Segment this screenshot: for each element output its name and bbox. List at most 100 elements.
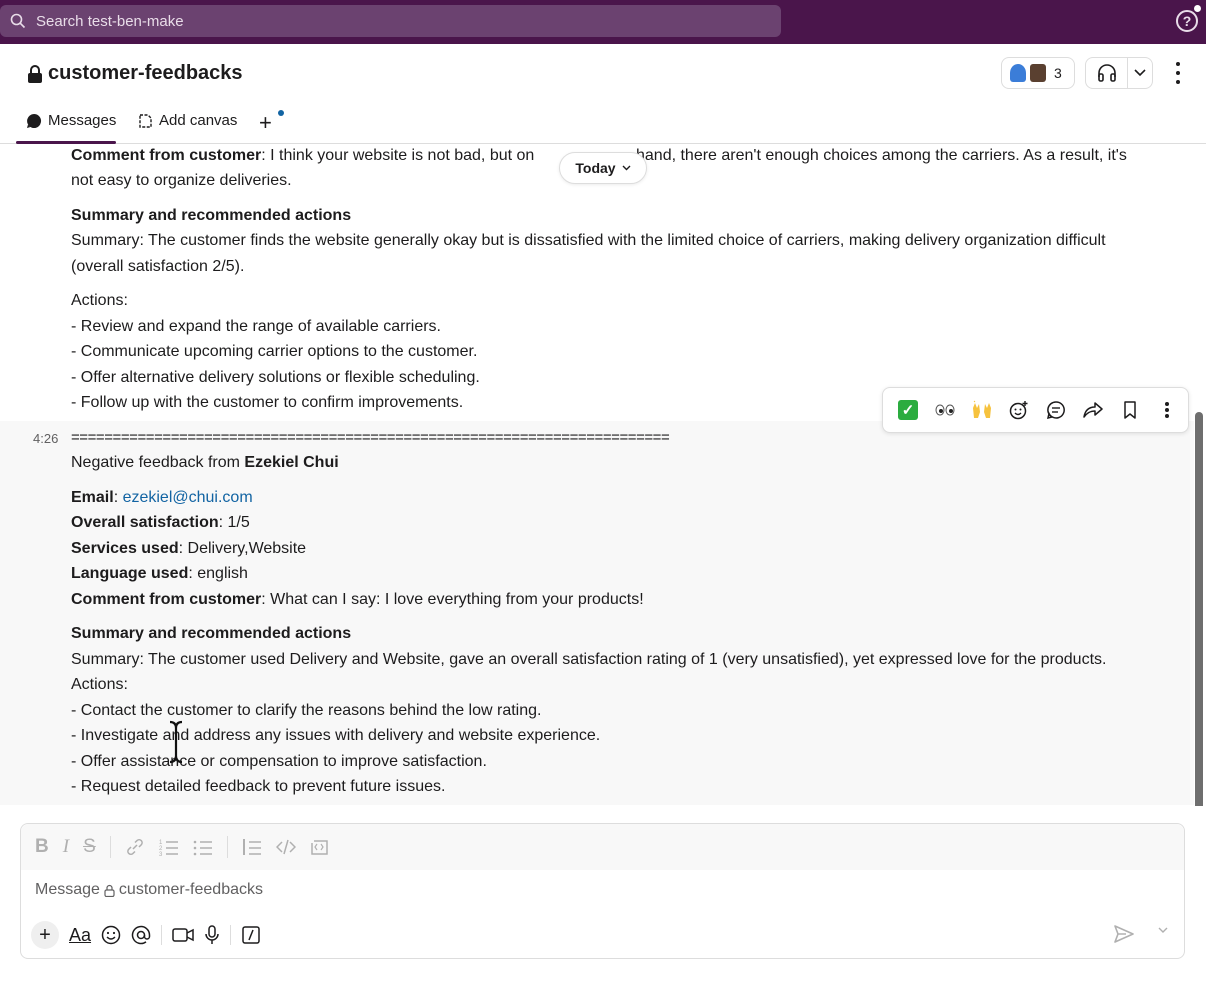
add-reaction-icon[interactable] (1006, 397, 1032, 423)
scrollbar-thumb[interactable] (1195, 412, 1203, 806)
formatting-toggle-button[interactable]: Aa (69, 925, 91, 946)
canvas-icon (139, 113, 152, 128)
check-reaction-icon[interactable]: ✓ (895, 397, 921, 423)
message-composer: B I S 123 Message customer-feedbacks + A… (20, 823, 1185, 959)
tab-messages-label: Messages (48, 112, 117, 129)
members-button[interactable]: 3 (1001, 57, 1075, 89)
message2-language: Language used: english (71, 565, 248, 582)
member-avatar-icon (1030, 64, 1046, 82)
add-tab-button[interactable]: + (259, 110, 272, 136)
bold-icon[interactable]: B (35, 836, 49, 858)
bookmark-icon[interactable] (1117, 397, 1143, 423)
chevron-down-icon[interactable] (1158, 927, 1168, 934)
tab-add-canvas-label: Add canvas (159, 112, 238, 129)
message2-timestamp[interactable]: 4:26 (33, 431, 58, 446)
channel-more-icon[interactable] (1170, 62, 1186, 84)
channel-header: customer-feedbacks 3 (0, 44, 1206, 100)
toolbar-divider (226, 836, 228, 858)
message2-actions-heading: Actions: (71, 676, 128, 693)
reply-thread-icon[interactable] (1043, 397, 1069, 423)
message1-action-item: - Communicate upcoming carrier options t… (71, 343, 478, 360)
message1-action-item: - Review and expand the range of availab… (71, 318, 441, 335)
composer-divider (230, 925, 232, 945)
date-divider-button[interactable]: Today (559, 152, 647, 184)
channel-name: customer-feedbacks (48, 62, 243, 84)
message-placeholder-channel: customer-feedbacks (118, 881, 263, 898)
date-divider-label: Today (575, 160, 616, 176)
lock-icon (104, 884, 115, 897)
notification-dot (1194, 5, 1201, 12)
search-icon (10, 13, 26, 29)
message-placeholder-prefix: Message (35, 881, 100, 898)
chevron-down-icon[interactable] (1128, 69, 1152, 77)
message-actions-toolbar: ✓ (882, 387, 1189, 433)
message1-summary-line2: (overall satisfaction 2/5). (71, 258, 245, 275)
headphones-icon[interactable] (1086, 58, 1128, 88)
new-indicator-dot (278, 110, 284, 116)
lock-icon (28, 64, 42, 83)
text-cursor-icon (169, 720, 183, 764)
channel-title[interactable]: customer-feedbacks (27, 62, 243, 85)
help-icon[interactable]: ? (1176, 10, 1198, 32)
member-count: 3 (1054, 65, 1062, 81)
bullet-list-icon[interactable] (193, 838, 213, 856)
huddle-button[interactable] (1085, 57, 1153, 89)
ordered-list-icon[interactable]: 123 (159, 838, 179, 856)
blockquote-icon[interactable] (242, 838, 262, 856)
plus-icon: + (259, 110, 272, 135)
message2-action-item: - Request detailed feedback to prevent f… (71, 778, 446, 795)
strikethrough-icon[interactable]: S (83, 836, 96, 858)
message2-action-item: - Investigate and address any issues wit… (71, 727, 601, 744)
message-bubble-icon (27, 113, 42, 128)
message1-comment-line1-tail: hand, there aren't enough choices among … (636, 147, 1127, 164)
code-block-icon[interactable] (310, 838, 330, 856)
message1-action-item: - Follow up with the customer to confirm… (71, 394, 464, 411)
message2-satisfaction: Overall satisfaction: 1/5 (71, 514, 250, 531)
message2-action-item: - Offer assistance or compensation to im… (71, 753, 487, 770)
message-list[interactable]: Comment from customer: I think your webs… (0, 144, 1206, 806)
message1-actions-heading: Actions: (71, 292, 128, 309)
message2-action-item: - Contact the customer to clarify the re… (71, 702, 542, 719)
search-input[interactable]: Search test-ben-make (0, 5, 781, 37)
code-icon[interactable] (275, 838, 296, 856)
italic-icon[interactable]: I (63, 836, 69, 858)
formatting-toolbar: B I S 123 (21, 824, 1184, 870)
message2-services: Services used: Delivery,Website (71, 540, 307, 557)
member-avatar-icon (1010, 64, 1026, 82)
channel-tabs: Messages Add canvas + (0, 100, 1206, 144)
message1-comment-line2: not easy to organize deliveries. (71, 172, 292, 189)
raised-hands-reaction-icon[interactable] (969, 397, 995, 423)
more-actions-icon[interactable] (1154, 397, 1180, 423)
message2-email: Email: ezekiel@chui.com (71, 489, 253, 506)
email-link[interactable]: ezekiel@chui.com (123, 489, 253, 506)
forward-icon[interactable] (1080, 397, 1106, 423)
link-icon[interactable] (125, 838, 145, 856)
message1-comment-line1: Comment from customer: I think your webs… (71, 147, 535, 164)
message2-comment: Comment from customer: What can I say: I… (71, 591, 644, 608)
chevron-down-icon (622, 165, 631, 171)
message2-summary: Summary: The customer used Delivery and … (71, 651, 1107, 668)
message1-action-item: - Offer alternative delivery solutions o… (71, 369, 480, 386)
search-placeholder: Search test-ben-make (36, 12, 184, 30)
message2-divider: ========================================… (71, 429, 670, 446)
shortcuts-slash-icon[interactable] (241, 925, 261, 945)
toolbar-divider (109, 836, 111, 858)
eyes-reaction-icon[interactable] (932, 397, 958, 423)
message2-summary-heading: Summary and recommended actions (71, 625, 352, 642)
svg-text:3: 3 (159, 852, 163, 856)
microphone-icon[interactable] (204, 925, 220, 945)
video-clip-icon[interactable] (172, 926, 194, 944)
attach-plus-icon[interactable]: + (31, 921, 59, 949)
composer-divider (161, 925, 163, 945)
message2-intro: Negative feedback from Ezekiel Chui (71, 454, 339, 471)
message1-summary-line1: Summary: The customer finds the website … (71, 232, 1106, 249)
mention-icon[interactable] (131, 925, 151, 945)
composer-actions: + Aa (31, 920, 261, 950)
emoji-icon[interactable] (101, 925, 121, 945)
tab-messages[interactable]: Messages (16, 112, 117, 144)
message-input[interactable]: Message customer-feedbacks (35, 881, 263, 899)
top-bar: Search test-ben-make ? (0, 0, 1206, 44)
message1-summary-heading: Summary and recommended actions (71, 207, 352, 224)
tab-add-canvas[interactable]: Add canvas (137, 112, 237, 129)
send-icon[interactable] (1114, 925, 1134, 943)
